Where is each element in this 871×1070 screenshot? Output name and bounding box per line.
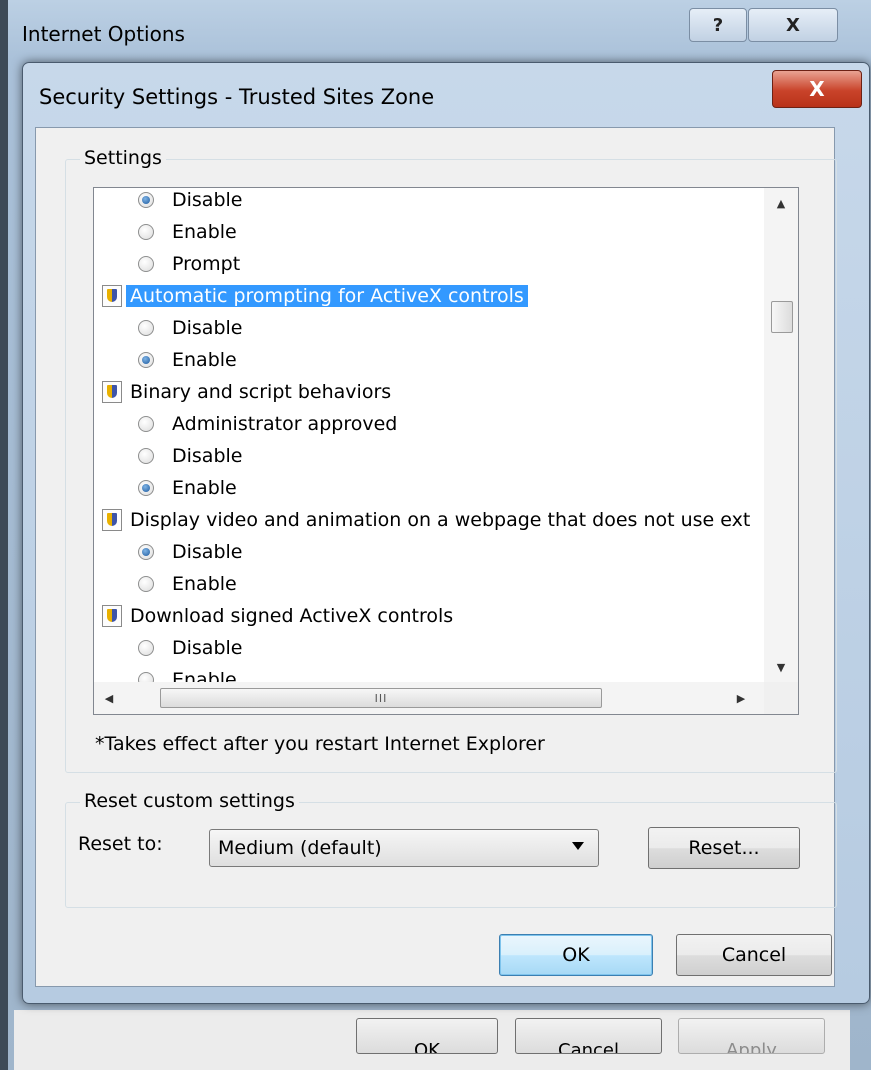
settings-list-viewport: Disable Enable Prompt Automatic prompting f… (94, 188, 764, 682)
shield-icon (102, 285, 122, 307)
dialog-close-button[interactable]: X (772, 70, 862, 108)
vertical-scroll-thumb[interactable] (771, 301, 793, 333)
radio-button-checked[interactable] (138, 352, 154, 368)
settings-group: Settings Disable Enable Prompt Automatic pr… (65, 147, 837, 773)
setting-category-row[interactable]: Download signed ActiveX controls (102, 600, 453, 632)
horizontal-scrollbar[interactable]: ◀ III ▶ (94, 682, 764, 714)
chevron-down-icon (572, 842, 584, 850)
window-edge (0, 0, 8, 1070)
setting-label: Automatic prompting for ActiveX controls (126, 285, 528, 307)
setting-label: Enable (172, 221, 237, 243)
radio-button[interactable] (138, 672, 154, 682)
reset-group-label: Reset custom settings (80, 790, 299, 812)
radio-button-checked[interactable] (138, 544, 154, 560)
parent-cancel-button[interactable]: Cancel (515, 1018, 662, 1054)
scrollbar-corner (764, 682, 798, 714)
setting-category-row[interactable]: Binary and script behaviors (102, 376, 391, 408)
setting-option-row[interactable]: Disable (138, 440, 242, 472)
arrow-right-icon[interactable]: ▶ (726, 682, 756, 714)
setting-option-row[interactable]: Disable (138, 312, 242, 344)
radio-button[interactable] (138, 256, 154, 272)
dialog-client-area: Settings Disable Enable Prompt Automatic pr… (35, 127, 837, 987)
settings-listbox[interactable]: Disable Enable Prompt Automatic prompting f… (93, 187, 799, 715)
arrow-left-icon[interactable]: ◀ (94, 682, 124, 714)
settings-group-label: Settings (80, 147, 166, 169)
setting-label: Disable (172, 637, 243, 659)
setting-label: Enable (172, 349, 237, 371)
dialog-title: Security Settings - Trusted Sites Zone (39, 85, 435, 109)
radio-button[interactable] (138, 320, 154, 336)
parent-cancel-label: Cancel (558, 1040, 619, 1054)
setting-option-row[interactable]: Administrator approved (138, 408, 397, 440)
vertical-scrollbar[interactable]: ▲ ▼ (764, 188, 798, 682)
shield-icon (102, 509, 122, 531)
setting-label: Enable (172, 573, 237, 595)
setting-label: Administrator approved (172, 413, 398, 435)
setting-option-row[interactable]: Enable (138, 472, 237, 504)
shield-icon (102, 381, 122, 403)
parent-window-title: Internet Options (22, 22, 185, 46)
setting-category-row[interactable]: Display video and animation on a webpage… (102, 504, 750, 536)
reset-group: Reset custom settings Reset to: Medium (… (65, 790, 837, 908)
setting-label: Display video and animation on a webpage… (130, 509, 751, 531)
reset-level-select[interactable]: Medium (default) (209, 829, 599, 867)
setting-option-row[interactable]: Enable (138, 216, 237, 248)
setting-option-row[interactable]: Disable (138, 536, 242, 568)
parent-close-button[interactable]: X (748, 8, 838, 42)
setting-option-row[interactable]: Disable (138, 188, 242, 216)
setting-label: Prompt (172, 253, 241, 275)
setting-label: Enable (172, 669, 237, 682)
arrow-down-icon[interactable]: ▼ (764, 652, 798, 682)
setting-label: Disable (172, 189, 243, 211)
setting-option-row[interactable]: Enable (138, 664, 237, 682)
setting-label: Disable (172, 445, 243, 467)
cancel-button[interactable]: Cancel (676, 934, 832, 976)
restart-note: *Takes effect after you restart Internet… (95, 733, 545, 755)
setting-label: Disable (172, 317, 243, 339)
radio-button[interactable] (138, 416, 154, 432)
radio-button[interactable] (138, 448, 154, 464)
reset-level-value: Medium (default) (218, 837, 382, 859)
horizontal-scroll-thumb[interactable]: III (160, 688, 602, 708)
radio-button[interactable] (138, 576, 154, 592)
parent-apply-label: Apply (726, 1040, 777, 1054)
parent-apply-button[interactable]: Apply (678, 1018, 825, 1054)
setting-category-row[interactable]: Automatic prompting for ActiveX controls (102, 280, 528, 312)
parent-ok-label: OK (414, 1040, 440, 1054)
radio-button[interactable] (138, 640, 154, 656)
shield-icon (102, 605, 122, 627)
radio-button-checked[interactable] (138, 192, 154, 208)
setting-label: Disable (172, 541, 243, 563)
setting-option-row[interactable]: Disable (138, 632, 242, 664)
ok-button[interactable]: OK (499, 934, 653, 976)
parent-ok-button[interactable]: OK (356, 1018, 498, 1054)
setting-label: Binary and script behaviors (130, 381, 392, 403)
setting-option-row[interactable]: Prompt (138, 248, 240, 280)
reset-to-label: Reset to: (78, 833, 163, 855)
setting-option-row[interactable]: Enable (138, 568, 237, 600)
reset-button[interactable]: Reset... (648, 827, 800, 869)
setting-option-row[interactable]: Enable (138, 344, 237, 376)
parent-help-button[interactable]: ? (689, 8, 747, 42)
setting-label: Download signed ActiveX controls (130, 605, 454, 627)
arrow-up-icon[interactable]: ▲ (764, 188, 798, 218)
setting-label: Enable (172, 477, 237, 499)
radio-button[interactable] (138, 224, 154, 240)
radio-button-checked[interactable] (138, 480, 154, 496)
